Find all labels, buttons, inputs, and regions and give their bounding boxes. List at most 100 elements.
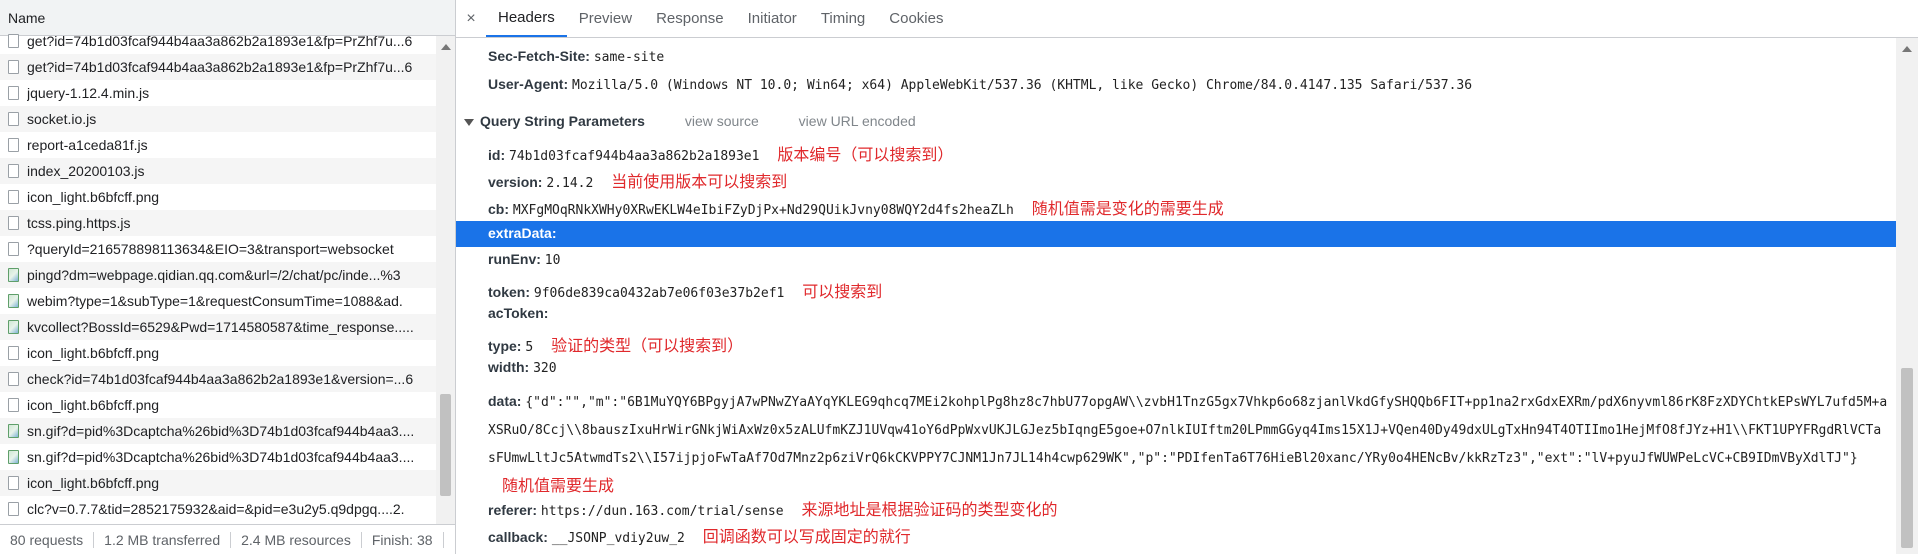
detail-scrollbar[interactable] (1896, 38, 1918, 554)
param-key: version: (488, 174, 543, 190)
view-url-encoded-link[interactable]: view URL encoded (799, 113, 916, 129)
param-value: {"d":"","m":"6B1MuYQY6BPgyjA7wPNwZYaAYqY… (488, 395, 1888, 466)
request-name: socket.io.js (27, 111, 97, 127)
param-value: 10 (544, 253, 561, 268)
file-icon (8, 60, 19, 74)
param-value: https://dun.163.com/trial/sense (540, 504, 784, 519)
param-key: acToken: (488, 305, 549, 321)
file-icon (8, 34, 19, 48)
scrollbar-thumb[interactable] (440, 394, 451, 496)
file-icon (8, 138, 19, 152)
param-key: extraData: (488, 225, 557, 241)
file-icon (8, 476, 19, 490)
file-icon (8, 242, 19, 256)
param-key: cb: (488, 201, 509, 217)
request-list: get?id=74b1d03fcaf944b4aa3a862b2a1893e1&… (0, 28, 436, 524)
request-row[interactable]: get?id=74b1d03fcaf944b4aa3a862b2a1893e1&… (0, 54, 436, 80)
request-name: report-a1ceda81f.js (27, 137, 148, 153)
transferred-size: 1.2 MB transferred (94, 531, 232, 548)
param-key: callback: (488, 529, 548, 545)
param-type: type: 5 验证的类型（可以搜索到） (488, 332, 743, 356)
request-name: get?id=74b1d03fcaf944b4aa3a862b2a1893e1&… (27, 59, 413, 75)
request-name: sn.gif?d=pid%3Dcaptcha%26bid%3D74b1d03fc… (27, 449, 415, 465)
param-value: 9f06de839ca0432ab7e06f03e37b2ef1 (533, 286, 785, 301)
scroll-up-arrow-icon[interactable] (441, 44, 451, 50)
tab-response[interactable]: Response (644, 0, 736, 37)
request-row[interactable]: report-a1ceda81f.js (0, 132, 436, 158)
request-row[interactable]: kvcollect?BossId=6529&Pwd=1714580587&tim… (0, 314, 436, 340)
request-name: webim?type=1&subType=1&requestConsumTime… (27, 293, 403, 309)
param-version: version: 2.14.2 当前使用版本可以搜索到 (488, 168, 787, 192)
request-row[interactable]: pingd?dm=webpage.qidian.qq.com&url=/2/ch… (0, 262, 436, 288)
request-name: check?id=74b1d03fcaf944b4aa3a862b2a1893e… (27, 371, 414, 387)
header-user-agent: User-Agent: Mozilla/5.0 (Windows NT 10.0… (488, 76, 1472, 93)
request-name: ?queryId=216578898113634&EIO=3&transport… (27, 241, 394, 257)
request-row[interactable]: clc?v=0.7.7&tid=2852175932&aid=&pid=e3u2… (0, 496, 436, 522)
file-icon (8, 190, 19, 204)
request-row[interactable]: sn.gif?d=pid%3Dcaptcha%26bid%3D74b1d03fc… (0, 444, 436, 470)
param-referer: referer: https://dun.163.com/trial/sense… (488, 496, 1057, 520)
param-value: MXFgMOqRNkXWHy0XRwEKLW4eIbiFZyDjPx+Nd29Q… (512, 203, 1014, 218)
request-row[interactable]: icon_light.b6bfcff.png (0, 184, 436, 210)
scroll-up-arrow-icon[interactable] (1902, 46, 1912, 52)
param-data: data: {"d":"","m":"6B1MuYQY6BPgyjA7wPNwZ… (488, 388, 1888, 500)
param-value: 74b1d03fcaf944b4aa3a862b2a1893e1 (509, 149, 760, 164)
image-icon (8, 320, 19, 334)
request-name: tcss.ping.https.js (27, 215, 131, 231)
tab-initiator[interactable]: Initiator (736, 0, 809, 37)
tab-preview[interactable]: Preview (567, 0, 644, 37)
request-row[interactable]: webim?type=1&subType=1&requestConsumTime… (0, 288, 436, 314)
request-row[interactable]: icon_light.b6bfcff.png (0, 470, 436, 496)
header-sec-fetch-site: Sec-Fetch-Site: same-site (488, 48, 664, 65)
request-list-panel: Name get?id=74b1d03fcaf944b4aa3a862b2a18… (0, 0, 456, 554)
request-name: sn.gif?d=pid%3Dcaptcha%26bid%3D74b1d03fc… (27, 423, 415, 439)
close-icon[interactable]: × (456, 0, 486, 37)
tab-headers[interactable]: Headers (486, 0, 567, 37)
request-detail-panel: × Headers Preview Response Initiator Tim… (456, 0, 1918, 554)
request-row[interactable]: sn.gif?d=pid%3Dcaptcha%26bid%3D74b1d03fc… (0, 418, 436, 444)
request-row[interactable]: check?id=74b1d03fcaf944b4aa3a862b2a1893e… (0, 366, 436, 392)
request-row[interactable]: index_20200103.js (0, 158, 436, 184)
annotation: 版本编号（可以搜索到） (777, 145, 954, 164)
annotation: 验证的类型（可以搜索到） (551, 336, 744, 355)
query-string-section-header[interactable]: Query String Parameters view source view… (464, 113, 916, 129)
request-row[interactable]: socket.io.js (0, 106, 436, 132)
request-row[interactable]: tcss.ping.https.js (0, 210, 436, 236)
param-value: 5 (525, 340, 534, 355)
image-icon (8, 294, 19, 308)
param-key: width: (488, 359, 530, 375)
param-runenv: runEnv: 10 (488, 251, 560, 268)
header-key: User-Agent: (488, 76, 569, 92)
file-icon (8, 346, 19, 360)
param-callback: callback: __JSONP_vdiy2uw_2 回调函数可以写成固定的就… (488, 523, 911, 547)
tab-cookies[interactable]: Cookies (877, 0, 955, 37)
annotation: 随机值需是变化的需要生成 (1031, 199, 1224, 218)
request-row[interactable]: icon_light.b6bfcff.png (0, 340, 436, 366)
request-row[interactable]: ?queryId=216578898113634&EIO=3&transport… (0, 236, 436, 262)
param-key: referer: (488, 502, 538, 518)
param-cb: cb: MXFgMOqRNkXWHy0XRwEKLW4eIbiFZyDjPx+N… (488, 195, 1224, 219)
param-value: 320 (533, 361, 557, 376)
triangle-down-icon[interactable] (464, 118, 474, 126)
request-row[interactable]: get?id=74b1d03fcaf944b4aa3a862b2a1893e1&… (0, 28, 436, 54)
header-value: Mozilla/5.0 (Windows NT 10.0; Win64; x64… (572, 78, 1473, 93)
request-row[interactable]: icon_light.b6bfcff.png (0, 392, 436, 418)
file-icon (8, 86, 19, 100)
param-extradata: extraData: (488, 225, 556, 241)
tab-timing[interactable]: Timing (809, 0, 877, 37)
header-value: same-site (593, 50, 665, 65)
section-title: Query String Parameters (480, 113, 645, 129)
param-key: type: (488, 338, 522, 354)
param-extradata-selected-row[interactable]: extraData: (456, 221, 1896, 247)
request-name: icon_light.b6bfcff.png (27, 475, 160, 491)
file-icon (8, 216, 19, 230)
request-name: icon_light.b6bfcff.png (27, 345, 160, 361)
scrollbar-thumb[interactable] (1901, 368, 1913, 548)
annotation: 来源地址是根据验证码的类型变化的 (801, 500, 1058, 519)
detail-tabs: × Headers Preview Response Initiator Tim… (456, 0, 1918, 38)
view-source-link[interactable]: view source (685, 113, 759, 129)
request-row[interactable]: jquery-1.12.4.min.js (0, 80, 436, 106)
image-icon (8, 450, 19, 464)
network-status-bar: 80 requests 1.2 MB transferred 2.4 MB re… (0, 524, 455, 554)
request-list-scrollbar[interactable] (436, 36, 455, 524)
